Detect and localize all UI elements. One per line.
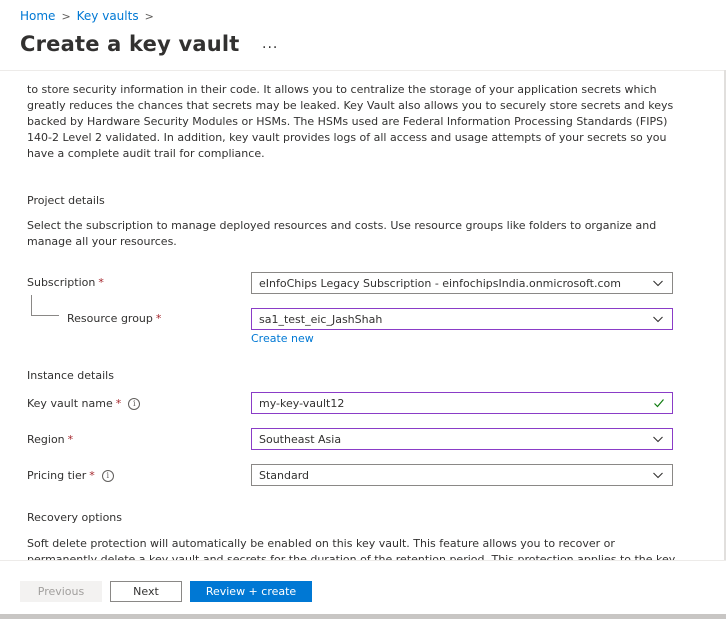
info-icon[interactable]: i <box>101 469 114 482</box>
required-marker: * <box>98 276 104 289</box>
required-marker: * <box>67 433 74 446</box>
pricing-tier-select[interactable]: Standard <box>251 464 673 486</box>
form-content: to store security information in their c… <box>0 70 726 560</box>
region-label: Region * <box>27 433 74 446</box>
breadcrumb-chevron-icon: > <box>144 9 154 23</box>
required-marker: * <box>89 469 95 482</box>
chevron-down-icon <box>653 436 663 443</box>
chevron-down-icon <box>653 316 663 323</box>
key-vault-name-label: Key vault name * i <box>27 397 141 410</box>
checkmark-icon <box>654 399 664 408</box>
chevron-down-icon <box>653 472 663 479</box>
intro-text: to store security information in their c… <box>27 83 674 160</box>
resource-group-select[interactable]: sa1_test_eic_JashShah <box>251 308 673 330</box>
subscription-select[interactable]: eInfoChips Legacy Subscription - einfoch… <box>251 272 673 294</box>
recovery-options-heading: Recovery options <box>27 511 123 524</box>
next-button[interactable]: Next <box>110 581 182 602</box>
recovery-description: Soft delete protection will automaticall… <box>27 537 676 560</box>
pricing-tier-label: Pricing tier * i <box>27 469 114 482</box>
required-marker: * <box>155 312 162 325</box>
breadcrumb-key-vaults[interactable]: Key vaults <box>77 9 139 23</box>
horizontal-scrollbar[interactable] <box>0 614 726 619</box>
region-select[interactable]: Southeast Asia <box>251 428 673 450</box>
previous-button[interactable]: Previous <box>20 581 102 602</box>
create-new-link[interactable]: Create new <box>251 332 314 345</box>
instance-details-heading: Instance details <box>27 369 114 382</box>
resource-group-label: Resource group * <box>67 312 162 325</box>
breadcrumb-chevron-icon: > <box>61 9 71 23</box>
more-options-icon[interactable]: ... <box>262 36 278 52</box>
key-vault-name-input[interactable]: my-key-vault12 <box>251 392 673 414</box>
info-icon[interactable]: i <box>128 397 141 410</box>
page-header: Home > Key vaults > Create a key vault .… <box>0 0 726 70</box>
breadcrumb: Home > Key vaults > <box>20 9 154 23</box>
footer-bar: Previous Next Review + create <box>0 560 726 620</box>
project-details-heading: Project details <box>27 194 105 207</box>
subscription-label: Subscription * <box>27 276 104 289</box>
review-create-button[interactable]: Review + create <box>190 581 312 602</box>
page-title: Create a key vault <box>20 32 240 56</box>
tree-connector <box>31 315 59 316</box>
breadcrumb-home[interactable]: Home <box>20 9 55 23</box>
chevron-down-icon <box>653 280 663 287</box>
required-marker: * <box>115 397 122 410</box>
project-details-description: Select the subscription to manage deploy… <box>27 219 657 248</box>
tree-connector <box>31 295 32 315</box>
